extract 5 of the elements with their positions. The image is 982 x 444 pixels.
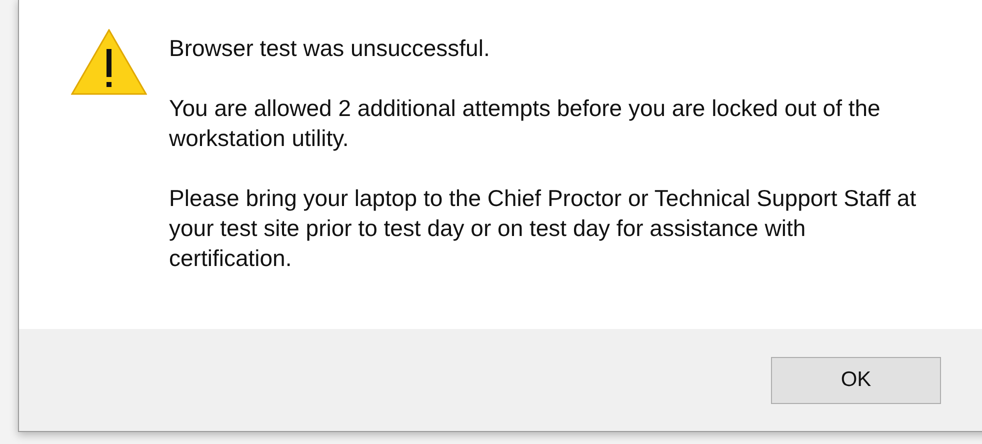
message-text: You are allowed 2 additional attempts before you are locked out of the workstation utility. [169, 94, 882, 153]
warning-icon [71, 29, 147, 95]
message-text: Please bring your laptop to the Chief Proctor or Technical Support Staff at your test site prior to test day or on test day for assistance with certification. [169, 184, 918, 273]
ok-button[interactable]: OK [771, 356, 941, 404]
message-text: Browser test was unsuccessful. [169, 34, 491, 63]
